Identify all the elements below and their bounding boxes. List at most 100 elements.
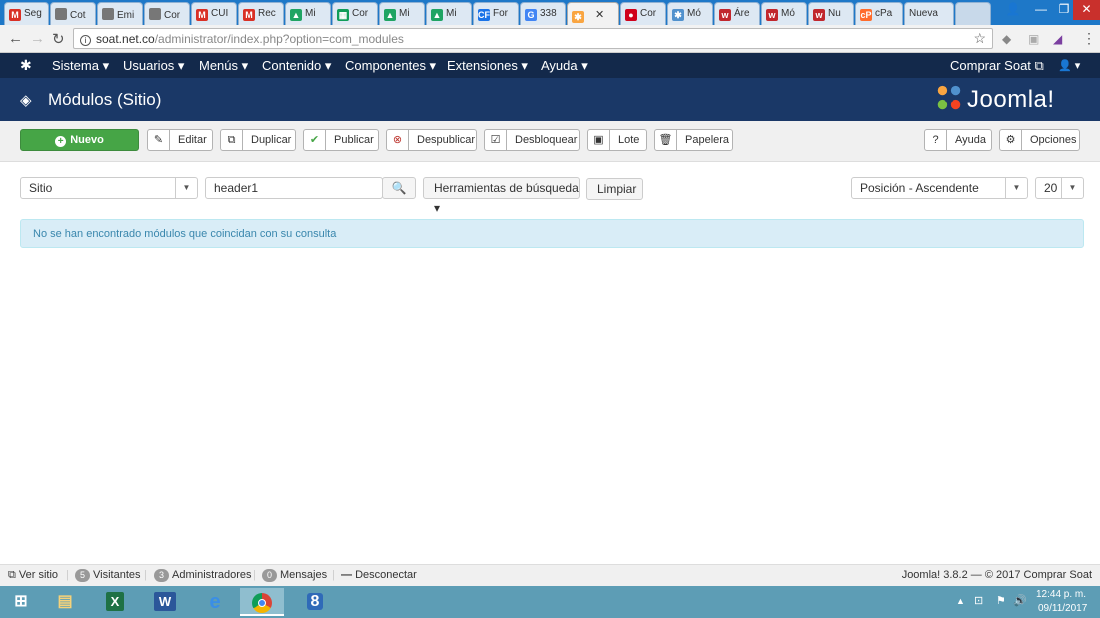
comprar-soat-link[interactable]: Comprar Soat ⧉ (950, 58, 1044, 74)
menu-usuarios[interactable]: Usuarios ▾ (123, 58, 184, 74)
browser-tab[interactable]: ● Cor (620, 2, 666, 25)
browser-tab[interactable]: w Mó (761, 2, 807, 25)
new-button[interactable]: + Nuevo (20, 129, 139, 151)
network-icon[interactable]: ⊡ (974, 594, 983, 607)
gmail-icon: M (196, 9, 208, 21)
view-site-label: Ver sitio (18, 569, 59, 581)
view-site-link[interactable]: ⧉ Ver sitio (8, 569, 58, 582)
menu-contenido[interactable]: Contenido ▾ (262, 58, 331, 74)
volume-icon[interactable]: 🔊 (1013, 594, 1027, 607)
browser-tab[interactable]: w Nu (808, 2, 854, 25)
close-window-icon[interactable]: ✕ (1073, 0, 1100, 20)
tray-chevron-icon[interactable]: ▲ (956, 596, 965, 606)
admin-top-navbar: ✱ Sistema ▾ Usuarios ▾ Menús ▾ Contenido… (0, 53, 1100, 78)
menu-menus[interactable]: Menús ▾ (199, 58, 248, 74)
browser-tab[interactable]: Emi (97, 2, 143, 25)
extension-2-icon[interactable]: ▣ (1028, 32, 1039, 46)
messages-link[interactable]: 0 Mensajes (262, 569, 327, 582)
menu-ayuda[interactable]: Ayuda ▾ (541, 58, 588, 74)
url-input[interactable]: i soat.net.co/administrator/index.php?opt… (73, 28, 993, 49)
ordering-select-value: Posición - Ascendente (860, 181, 979, 195)
browser-tab-label: Cor (164, 10, 181, 21)
browser-tab[interactable]: ▲ Mi (379, 2, 425, 25)
maximize-icon[interactable]: ❐ (1053, 0, 1075, 20)
new-tab-button[interactable] (955, 2, 991, 25)
info-icon[interactable]: i (80, 35, 91, 46)
forward-icon[interactable]: → (30, 30, 45, 47)
search-input[interactable]: header1 (205, 177, 383, 199)
client-select-value: Sitio (29, 181, 53, 195)
minimize-icon[interactable]: — (1030, 0, 1052, 20)
browser-tab[interactable]: M Seg (4, 2, 49, 25)
search-tools-button[interactable]: Herramientas de búsqueda ▾ (423, 177, 580, 215)
windows-start-icon[interactable]: ⊞ (2, 588, 40, 616)
logout-link[interactable]: — Desconectar (341, 569, 417, 581)
w-icon: w (766, 9, 778, 21)
user-menu[interactable]: 👤 ▾ (1058, 59, 1080, 72)
status-footer: ⧉ Ver sitio | 5 Visitantes | 3 Administrad… (0, 564, 1100, 586)
flag-icon[interactable]: ⚑ (996, 594, 1006, 607)
clear-button[interactable]: Limpiar (586, 178, 643, 200)
edit-button[interactable]: ✎ Editar (147, 129, 213, 151)
check-icon: ✔ (304, 130, 326, 150)
browser-tab[interactable]: ✱ ✕ (567, 2, 619, 25)
internet-explorer-icon[interactable]: e (196, 588, 234, 616)
clear-button-label: Limpiar (597, 182, 637, 196)
joomla-home-icon[interactable]: ✱ (20, 57, 32, 74)
browser-tab-label: Rec (258, 8, 276, 19)
menu-componentes[interactable]: Componentes ▾ (345, 58, 436, 74)
browser-tab-label: Mó (781, 8, 795, 19)
search-input-value: header1 (214, 181, 259, 195)
ordering-select[interactable]: Posición - Ascendente ▼ (851, 177, 1028, 199)
browser-tab[interactable]: cP cPa (855, 2, 903, 25)
reload-icon[interactable]: ↻ (52, 30, 65, 48)
batch-button[interactable]: ▣ Lote (587, 129, 647, 151)
chrome-icon[interactable] (240, 588, 284, 616)
drop-icon: ● (625, 9, 637, 21)
browser-tab[interactable]: G 338 (520, 2, 566, 25)
browser-tab[interactable]: Cot (50, 2, 96, 25)
user-profile-icon[interactable]: 👤 (998, 0, 1028, 20)
admins-link[interactable]: 3 Administradores (154, 569, 252, 582)
browser-tab[interactable]: Cor (144, 2, 190, 25)
bookmark-star-icon[interactable]: ☆ (973, 30, 986, 47)
browser-tab[interactable]: M CUI (191, 2, 237, 25)
unpublish-button[interactable]: ⊗ Despublicar (386, 129, 477, 151)
menu-extensiones[interactable]: Extensiones ▾ (447, 58, 528, 74)
word-icon[interactable]: W (146, 588, 184, 616)
search-button[interactable]: 🔍 (382, 177, 416, 199)
browser-tab-label: Cor (640, 8, 657, 19)
clock-date[interactable]: 09/11/2017 (1038, 603, 1087, 614)
unlock-button[interactable]: ☑ Desbloquear (484, 129, 580, 151)
duplicate-button[interactable]: ⧉ Duplicar (220, 129, 296, 151)
help-button[interactable]: ? Ayuda (924, 129, 992, 151)
menu-sistema[interactable]: Sistema ▾ (52, 58, 109, 74)
publish-button[interactable]: ✔ Publicar (303, 129, 379, 151)
excel-icon[interactable]: X (96, 588, 134, 616)
extension-3-icon[interactable]: ◢ (1053, 32, 1062, 46)
app-icon[interactable]: 8 (296, 588, 334, 616)
browser-tab-label: Áre (734, 8, 750, 19)
chrome-menu-icon[interactable]: ⋮ (1082, 30, 1096, 47)
browser-tab[interactable]: w Áre (714, 2, 760, 25)
no-results-message: No se han encontrado módulos que coincid… (33, 228, 337, 240)
back-icon[interactable]: ← (8, 30, 23, 47)
visitors-link[interactable]: 5 Visitantes (75, 569, 141, 582)
browser-tab[interactable]: M Rec (238, 2, 284, 25)
limit-select[interactable]: 20 ▼ (1035, 177, 1084, 199)
file-explorer-icon[interactable]: ▤ (46, 588, 84, 616)
extension-icon[interactable]: ◆ (1002, 32, 1011, 46)
browser-tab[interactable]: ▦ Cor (332, 2, 378, 25)
trash-button[interactable]: 🗑 Papelera (654, 129, 733, 151)
options-button[interactable]: ⚙ Opciones (999, 129, 1080, 151)
browser-tab[interactable]: ▲ Mi (285, 2, 331, 25)
browser-tab[interactable]: ✱ Mó (667, 2, 713, 25)
browser-tab-label: Mi (305, 8, 316, 19)
gmail-icon: M (9, 9, 21, 21)
close-tab-icon[interactable]: ✕ (595, 9, 604, 21)
clock-time[interactable]: 12:44 p. m. (1036, 589, 1086, 600)
browser-tab[interactable]: ▲ Mi (426, 2, 472, 25)
browser-tab[interactable]: CF For (473, 2, 519, 25)
browser-tab[interactable]: Nueva (904, 2, 954, 25)
client-select[interactable]: Sitio ▼ (20, 177, 198, 199)
